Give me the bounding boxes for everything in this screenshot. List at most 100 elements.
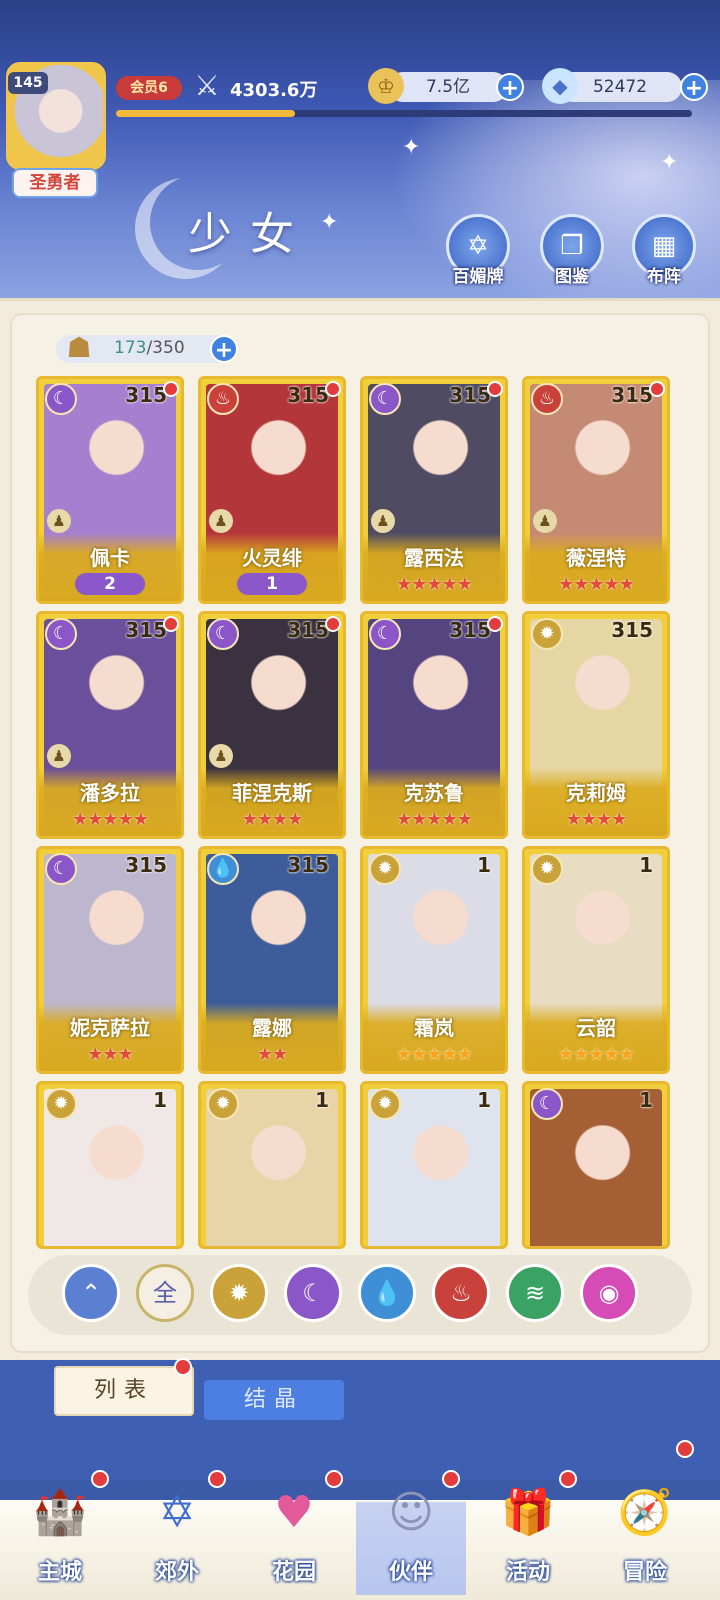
- card-stars: ★★★: [87, 1044, 133, 1065]
- nav-castle[interactable]: 🏰 主城: [5, 1470, 115, 1595]
- nav-gift[interactable]: 🎁 活动: [473, 1470, 583, 1595]
- tab-crystal[interactable]: 结晶: [204, 1380, 344, 1420]
- xp-bar-fill: [116, 110, 295, 117]
- xp-bar: [116, 110, 692, 117]
- card-notification-dot: [325, 381, 341, 397]
- nav-compass[interactable]: 🧭 冒险: [590, 1440, 700, 1595]
- card-stars: ★★: [256, 1044, 288, 1065]
- heart-garden-icon: ♥: [274, 1487, 314, 1538]
- card-level: 315: [611, 383, 653, 407]
- partner-card[interactable]: ☾ 315 克苏鲁 ★★★★★: [360, 611, 508, 839]
- filter-wind-button[interactable]: ≋: [506, 1264, 564, 1322]
- moon-element-icon: ☾: [531, 1088, 563, 1120]
- card-level: 1: [639, 853, 653, 877]
- partner-card[interactable]: ☾ 315 ♟ 佩卡 2: [36, 376, 184, 604]
- card-name: 妮克萨拉: [70, 1016, 150, 1040]
- card-name: 露娜: [252, 1016, 292, 1040]
- diamond-amount: 52472: [592, 77, 648, 97]
- partner-card[interactable]: ☾ 1: [522, 1081, 670, 1249]
- partner-card[interactable]: ☾ 315 ♟ 菲涅克斯 ★★★★: [198, 611, 346, 839]
- player-title-badge[interactable]: 圣勇者: [12, 168, 98, 198]
- header-banner: ✦ ✦ ✦: [0, 0, 720, 305]
- sun-icon: ✹: [228, 1279, 250, 1307]
- nav-notification-dot: [325, 1470, 343, 1488]
- card-level: 315: [125, 853, 167, 877]
- partner-card[interactable]: ☾ 315 ♟ 潘多拉 ★★★★★: [36, 611, 184, 839]
- card-notification-dot: [487, 381, 503, 397]
- card-level: 315: [611, 618, 653, 642]
- moon-element-icon: ☾: [207, 618, 239, 650]
- card-stars: ★★★★★: [558, 574, 635, 595]
- filter-water-button[interactable]: 💧: [358, 1264, 416, 1322]
- sun-element-icon: ✹: [531, 853, 563, 885]
- filter-moon-button[interactable]: ☾: [284, 1264, 342, 1322]
- filter-fire-button[interactable]: ♨: [432, 1264, 490, 1322]
- card-level: 315: [287, 853, 329, 877]
- partner-card[interactable]: ✹ 315 克莉姆 ★★★★: [522, 611, 670, 839]
- nav-heart-garden[interactable]: ♥ 花园: [239, 1470, 349, 1595]
- sword-icon: ⚔: [194, 69, 220, 102]
- nav-label: 主城: [37, 1560, 82, 1585]
- gift-icon: 🎁: [500, 1487, 556, 1538]
- filter-heart-button[interactable]: ◉: [580, 1264, 638, 1322]
- nav-label: 郊外: [154, 1560, 199, 1585]
- nav-label: 活动: [505, 1560, 550, 1585]
- card-level: 1: [315, 1088, 329, 1112]
- fire-icon: ♨: [450, 1279, 472, 1307]
- nav-portal[interactable]: ✡ 郊外: [122, 1470, 232, 1595]
- portal-icon: ✡: [158, 1487, 196, 1538]
- vip-badge[interactable]: 会员6: [116, 76, 182, 100]
- partner-card[interactable]: 💧 315 露娜 ★★: [198, 846, 346, 1074]
- partner-card[interactable]: ♨ 315 ♟ 火灵绯 1: [198, 376, 346, 604]
- filter-all-button[interactable]: 全: [136, 1264, 194, 1322]
- partner-card[interactable]: ☾ 315 妮克萨拉 ★★★: [36, 846, 184, 1074]
- sparkle-icon: ✦: [660, 150, 679, 175]
- deployed-pawn-icon: ♟: [533, 509, 557, 533]
- card-name: 霜岚: [414, 1016, 454, 1040]
- tab-list[interactable]: 列表: [54, 1366, 194, 1416]
- add-capacity-button[interactable]: +: [210, 335, 238, 363]
- partner-card[interactable]: ✹ 1 云韶 ★★★★★: [522, 846, 670, 1074]
- card-level: 1: [153, 1088, 167, 1112]
- sparkle-icon: ✦: [320, 210, 339, 235]
- partner-card[interactable]: ✹ 1: [360, 1081, 508, 1249]
- card-deck-label: 百媚牌: [452, 267, 504, 287]
- card-stars: ★★★★★: [396, 1044, 473, 1065]
- card-level: 315: [125, 383, 167, 407]
- partner-card[interactable]: ✹ 1: [36, 1081, 184, 1249]
- nav-label: 花园: [271, 1560, 316, 1585]
- capacity-text: 173/350: [114, 338, 185, 358]
- card-level: 315: [125, 618, 167, 642]
- nav-notification-dot: [208, 1470, 226, 1488]
- add-gold-button[interactable]: +: [496, 73, 524, 101]
- nav-partner[interactable]: ☺ 伙伴: [356, 1470, 466, 1595]
- card-level: 315: [287, 618, 329, 642]
- moon-element-icon: ☾: [369, 618, 401, 650]
- moon-element-icon: ☾: [45, 853, 77, 885]
- card-level: 315: [449, 618, 491, 642]
- partner-card[interactable]: ✹ 1: [198, 1081, 346, 1249]
- book-icon: ❐: [560, 231, 584, 261]
- card-level: 315: [449, 383, 491, 407]
- partner-card[interactable]: ☾ 315 ♟ 露西法 ★★★★★: [360, 376, 508, 604]
- card-name: 露西法: [404, 546, 464, 570]
- card-level: 1: [639, 1088, 653, 1112]
- partner-card[interactable]: ✹ 1 霜岚 ★★★★★: [360, 846, 508, 1074]
- card-name: 菲涅克斯: [232, 781, 312, 805]
- card-name: 佩卡: [90, 546, 130, 570]
- filter-sort-button[interactable]: ⌃: [62, 1264, 120, 1322]
- player-level: 145: [8, 72, 48, 94]
- combat-power: 4303.6万: [230, 80, 318, 101]
- formation-label: 布阵: [647, 267, 681, 287]
- card-deck-icon: ✡: [467, 231, 489, 261]
- sun-element-icon: ✹: [207, 1088, 239, 1120]
- deployed-pawn-icon: ♟: [47, 744, 71, 768]
- partner-card[interactable]: ♨ 315 ♟ 薇涅特 ★★★★★: [522, 376, 670, 604]
- add-diamond-button[interactable]: +: [680, 73, 708, 101]
- water-element-icon: 💧: [207, 853, 239, 885]
- filter-sun-button[interactable]: ✹: [210, 1264, 268, 1322]
- card-notification-dot: [163, 381, 179, 397]
- fire-element-icon: ♨: [531, 383, 563, 415]
- tab-list-notification-dot: [174, 1358, 192, 1376]
- card-name: 克莉姆: [566, 781, 626, 805]
